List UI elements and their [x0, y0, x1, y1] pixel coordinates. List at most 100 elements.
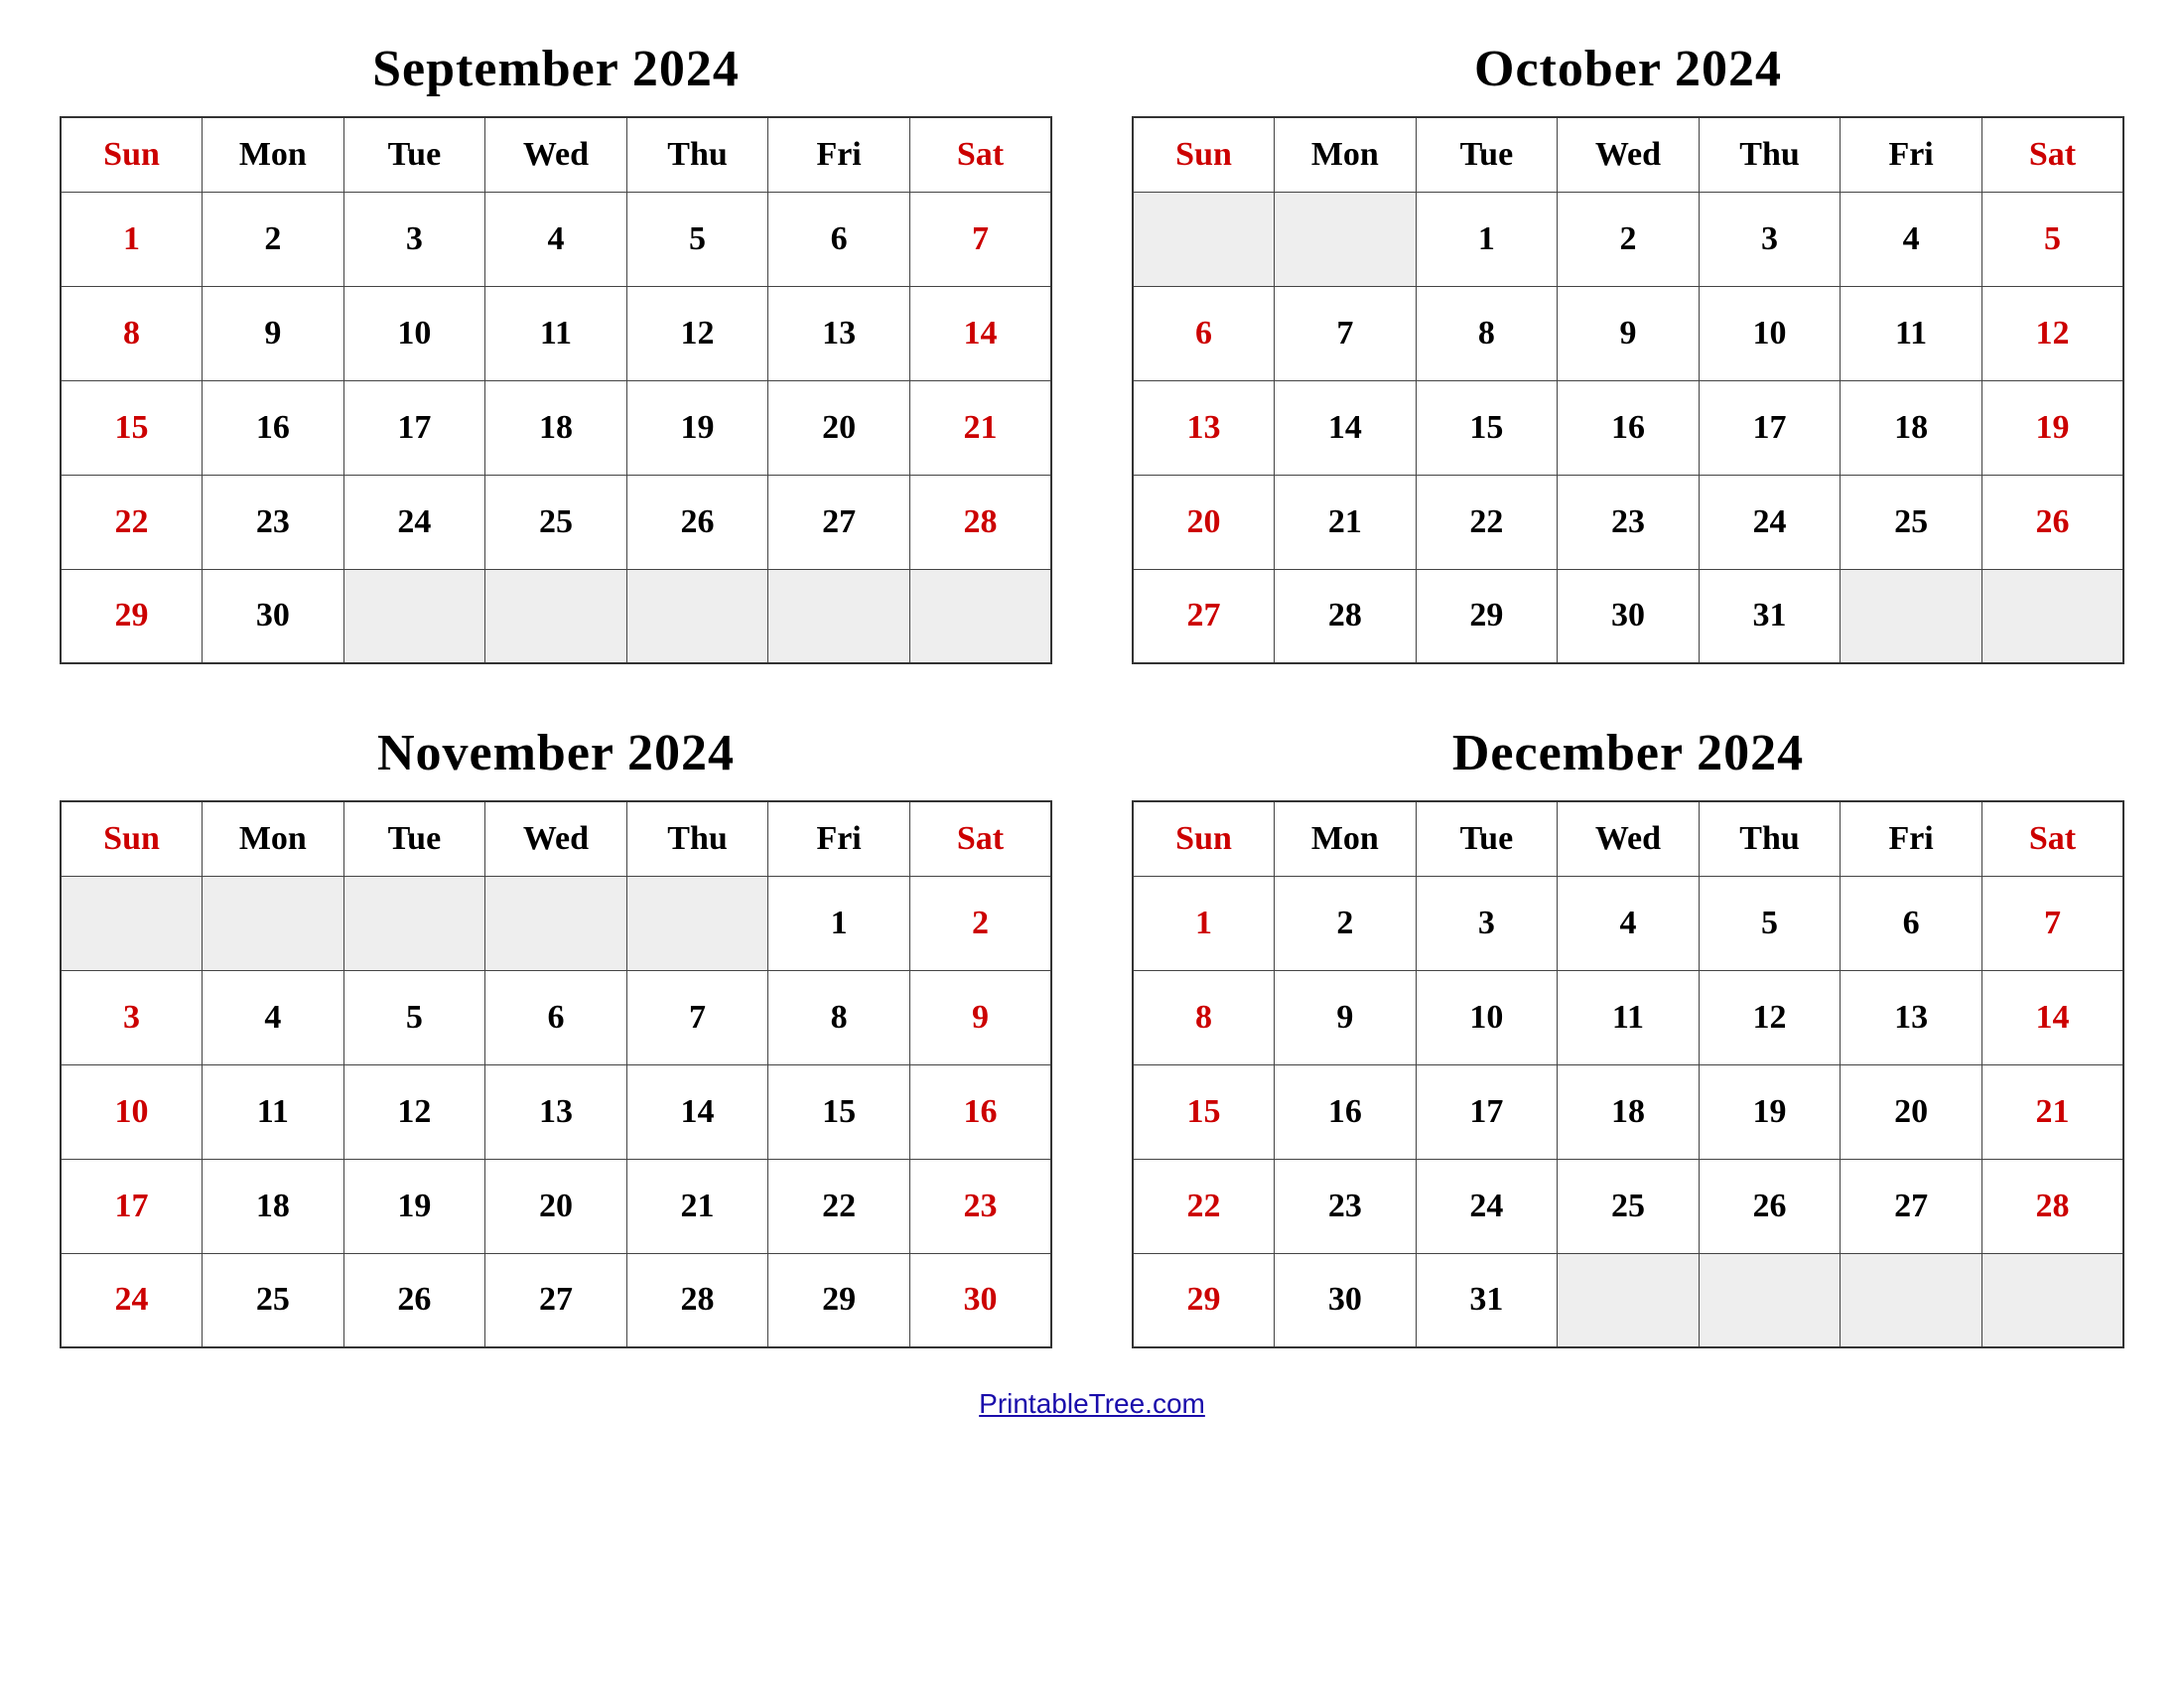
- day-cell: 7: [1981, 876, 2123, 970]
- col-header-fri: Fri: [768, 117, 910, 192]
- day-cell: 28: [1275, 569, 1417, 663]
- day-cell: 22: [1133, 1159, 1275, 1253]
- col-header-thu: Thu: [626, 801, 768, 876]
- day-cell: 7: [626, 970, 768, 1064]
- day-cell: [1275, 192, 1417, 286]
- day-cell: 10: [1416, 970, 1558, 1064]
- day-cell: [626, 876, 768, 970]
- day-cell: [343, 876, 485, 970]
- day-cell: 18: [203, 1159, 344, 1253]
- col-header-wed: Wed: [1558, 117, 1700, 192]
- day-cell: 24: [61, 1253, 203, 1347]
- day-cell: 27: [1133, 569, 1275, 663]
- day-cell: 18: [1841, 380, 1982, 475]
- day-cell: 9: [1275, 970, 1417, 1064]
- day-cell: 8: [1416, 286, 1558, 380]
- day-cell: 30: [909, 1253, 1051, 1347]
- calendar-title-sep2024: September 2024: [372, 40, 740, 98]
- day-cell: 24: [1416, 1159, 1558, 1253]
- day-cell: 29: [768, 1253, 910, 1347]
- calendar-nov2024: November 2024SunMonTueWedThuFriSat123456…: [60, 724, 1052, 1348]
- col-header-mon: Mon: [1275, 117, 1417, 192]
- day-cell: 27: [1841, 1159, 1982, 1253]
- day-cell: 25: [485, 475, 627, 569]
- calendar-table-dec2024: SunMonTueWedThuFriSat1234567891011121314…: [1132, 800, 2124, 1348]
- day-cell: 19: [1699, 1064, 1841, 1159]
- day-cell: 3: [61, 970, 203, 1064]
- day-cell: 22: [768, 1159, 910, 1253]
- day-cell: 10: [343, 286, 485, 380]
- day-cell: 13: [485, 1064, 627, 1159]
- col-header-wed: Wed: [1558, 801, 1700, 876]
- day-cell: 17: [1699, 380, 1841, 475]
- col-header-thu: Thu: [626, 117, 768, 192]
- day-cell: 1: [61, 192, 203, 286]
- day-cell: 6: [768, 192, 910, 286]
- day-cell: 8: [768, 970, 910, 1064]
- day-cell: 6: [1133, 286, 1275, 380]
- day-cell: 2: [909, 876, 1051, 970]
- day-cell: 12: [1981, 286, 2123, 380]
- day-cell: 16: [203, 380, 344, 475]
- day-cell: 15: [1133, 1064, 1275, 1159]
- day-cell: 18: [485, 380, 627, 475]
- day-cell: [1558, 1253, 1700, 1347]
- col-header-thu: Thu: [1699, 801, 1841, 876]
- day-cell: 15: [768, 1064, 910, 1159]
- col-header-sat: Sat: [909, 801, 1051, 876]
- day-cell: 19: [626, 380, 768, 475]
- day-cell: 5: [1981, 192, 2123, 286]
- day-cell: 25: [1841, 475, 1982, 569]
- day-cell: 20: [485, 1159, 627, 1253]
- col-header-sun: Sun: [61, 117, 203, 192]
- day-cell: 6: [1841, 876, 1982, 970]
- day-cell: 3: [1699, 192, 1841, 286]
- day-cell: 28: [1981, 1159, 2123, 1253]
- day-cell: 18: [1558, 1064, 1700, 1159]
- day-cell: 14: [1275, 380, 1417, 475]
- day-cell: 16: [1275, 1064, 1417, 1159]
- day-cell: 20: [1133, 475, 1275, 569]
- day-cell: 26: [1699, 1159, 1841, 1253]
- col-header-wed: Wed: [485, 801, 627, 876]
- day-cell: 14: [909, 286, 1051, 380]
- col-header-sat: Sat: [909, 117, 1051, 192]
- day-cell: 26: [1981, 475, 2123, 569]
- day-cell: 3: [1416, 876, 1558, 970]
- day-cell: 1: [1416, 192, 1558, 286]
- day-cell: 4: [203, 970, 344, 1064]
- col-header-sat: Sat: [1981, 117, 2123, 192]
- day-cell: 10: [1699, 286, 1841, 380]
- day-cell: 9: [909, 970, 1051, 1064]
- day-cell: 8: [61, 286, 203, 380]
- col-header-fri: Fri: [1841, 801, 1982, 876]
- day-cell: 11: [1558, 970, 1700, 1064]
- day-cell: 29: [61, 569, 203, 663]
- day-cell: 15: [61, 380, 203, 475]
- day-cell: 13: [768, 286, 910, 380]
- day-cell: 23: [1275, 1159, 1417, 1253]
- day-cell: [1981, 569, 2123, 663]
- day-cell: 30: [1275, 1253, 1417, 1347]
- day-cell: 17: [343, 380, 485, 475]
- day-cell: 21: [626, 1159, 768, 1253]
- day-cell: 4: [485, 192, 627, 286]
- day-cell: 21: [909, 380, 1051, 475]
- day-cell: [768, 569, 910, 663]
- calendar-table-nov2024: SunMonTueWedThuFriSat1234567891011121314…: [60, 800, 1052, 1348]
- day-cell: 13: [1133, 380, 1275, 475]
- day-cell: 1: [768, 876, 910, 970]
- day-cell: 3: [343, 192, 485, 286]
- col-header-wed: Wed: [485, 117, 627, 192]
- day-cell: 11: [1841, 286, 1982, 380]
- day-cell: 24: [343, 475, 485, 569]
- calendar-title-dec2024: December 2024: [1452, 724, 1804, 782]
- day-cell: 2: [1558, 192, 1700, 286]
- col-header-thu: Thu: [1699, 117, 1841, 192]
- day-cell: 15: [1416, 380, 1558, 475]
- day-cell: 14: [626, 1064, 768, 1159]
- day-cell: 17: [61, 1159, 203, 1253]
- day-cell: [203, 876, 344, 970]
- footer-link[interactable]: PrintableTree.com: [979, 1388, 1205, 1420]
- day-cell: 27: [485, 1253, 627, 1347]
